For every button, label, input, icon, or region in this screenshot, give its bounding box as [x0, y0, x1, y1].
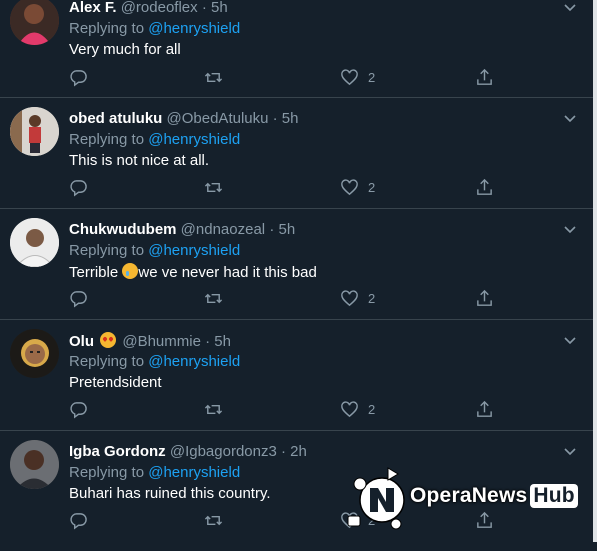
heart-icon [340, 68, 359, 87]
like-count: 2 [368, 290, 376, 306]
tweet[interactable]: Olu @Bhummie · 5h Replying to @henryshie… [0, 320, 593, 431]
tweet[interactable]: Chukwudubem @ndnaozeal · 5h Replying to … [0, 209, 593, 320]
reply-button[interactable] [69, 177, 88, 197]
replying-to: Replying to @henryshield [69, 242, 241, 259]
tweet-text: This is not nice at all. [69, 152, 210, 169]
like-button[interactable]: 2 [340, 288, 375, 308]
retweet-icon [204, 400, 223, 419]
share-icon [475, 400, 494, 419]
retweet-button[interactable] [204, 510, 223, 530]
tweet-text: Buhari has ruined this country. [69, 485, 271, 502]
tweet-header: obed atuluku @ObedAtuluku · 5h [69, 110, 299, 127]
heart-icon [340, 289, 359, 308]
share-icon [475, 289, 494, 308]
retweet-button[interactable] [204, 67, 223, 87]
mention-link[interactable]: @henryshield [148, 131, 240, 148]
share-icon [475, 68, 494, 87]
user-handle[interactable]: @ObedAtuluku [167, 110, 269, 127]
reply-button[interactable] [69, 510, 88, 530]
user-handle[interactable]: @Igbagordonz3 [170, 443, 277, 460]
share-button[interactable] [475, 399, 494, 419]
tweet-header: Igba Gordonz @Igbagordonz3 · 2h [69, 443, 307, 460]
watermark-text: OperaNews Hub [410, 484, 578, 508]
user-handle[interactable]: @Bhummie [122, 333, 201, 350]
user-handle[interactable]: @ndnaozeal [181, 221, 265, 238]
reply-icon [69, 289, 88, 308]
user-handle[interactable]: @rodeoflex [121, 0, 198, 16]
heart-eyes-emoji-icon [100, 332, 117, 348]
avatar[interactable] [10, 218, 59, 267]
display-name[interactable]: Chukwudubem [69, 221, 177, 238]
display-name[interactable]: obed atuluku [69, 110, 162, 127]
operanews-logo-icon [347, 467, 405, 530]
mention-link[interactable]: @henryshield [148, 464, 240, 481]
tweet[interactable]: Alex F. @rodeoflex · 5h Replying to @hen… [0, 0, 593, 98]
like-count: 2 [368, 69, 376, 85]
like-button[interactable]: 2 [340, 399, 375, 419]
avatar[interactable] [10, 440, 59, 489]
reply-icon [69, 400, 88, 419]
retweet-button[interactable] [204, 177, 223, 197]
share-button[interactable] [475, 67, 494, 87]
replying-to: Replying to @henryshield [69, 464, 241, 481]
chevron-down-icon[interactable] [563, 334, 577, 348]
like-button[interactable]: 2 [340, 67, 375, 87]
like-button[interactable]: 2 [340, 177, 375, 197]
retweet-button[interactable] [204, 288, 223, 308]
timestamp[interactable]: · 5h [273, 110, 299, 127]
display-name[interactable]: Igba Gordonz [69, 443, 166, 460]
heart-icon [340, 178, 359, 197]
tweet-header: Olu @Bhummie · 5h [69, 332, 231, 350]
like-count: 2 [368, 179, 376, 195]
reply-icon [69, 511, 88, 530]
display-name[interactable]: Alex F. [69, 0, 117, 16]
reply-icon [69, 68, 88, 87]
share-button[interactable] [475, 288, 494, 308]
reply-button[interactable] [69, 67, 88, 87]
reply-button[interactable] [69, 399, 88, 419]
retweet-icon [204, 511, 223, 530]
reply-button[interactable] [69, 288, 88, 308]
tweet-header: Alex F. @rodeoflex · 5h [69, 0, 228, 16]
replying-to: Replying to @henryshield [69, 20, 241, 37]
crying-face-emoji-icon [122, 263, 139, 279]
share-icon [475, 178, 494, 197]
like-count: 2 [368, 401, 376, 417]
mention-link[interactable]: @henryshield [148, 353, 240, 370]
avatar[interactable] [10, 107, 59, 156]
page-scroll-edge [593, 0, 597, 542]
replying-to: Replying to @henryshield [69, 131, 241, 148]
timestamp[interactable]: · 5h [202, 0, 228, 16]
display-name[interactable]: Olu [69, 333, 94, 350]
share-button[interactable] [475, 177, 494, 197]
heart-icon [340, 400, 359, 419]
chevron-down-icon[interactable] [563, 223, 577, 237]
tweet-text: Very much for all [69, 41, 181, 58]
mention-link[interactable]: @henryshield [148, 242, 240, 259]
tweet-text: Pretendsident [69, 374, 162, 391]
timestamp[interactable]: · 2h [281, 443, 307, 460]
timestamp[interactable]: · 5h [269, 221, 295, 238]
tweet-header: Chukwudubem @ndnaozeal · 5h [69, 221, 295, 238]
avatar[interactable] [10, 329, 59, 378]
timestamp[interactable]: · 5h [205, 333, 231, 350]
tweet[interactable]: obed atuluku @ObedAtuluku · 5h Replying … [0, 98, 593, 209]
reply-icon [69, 178, 88, 197]
operanews-hub-watermark: OperaNews Hub [346, 462, 586, 534]
retweet-icon [204, 289, 223, 308]
replying-to: Replying to @henryshield [69, 353, 241, 370]
chevron-down-icon[interactable] [563, 1, 577, 15]
chevron-down-icon[interactable] [563, 445, 577, 459]
retweet-icon [204, 68, 223, 87]
tweet-text: Terrible we ve never had it this bad [69, 263, 317, 281]
avatar[interactable] [10, 0, 59, 45]
retweet-button[interactable] [204, 399, 223, 419]
mention-link[interactable]: @henryshield [148, 20, 240, 37]
chevron-down-icon[interactable] [563, 112, 577, 126]
retweet-icon [204, 178, 223, 197]
